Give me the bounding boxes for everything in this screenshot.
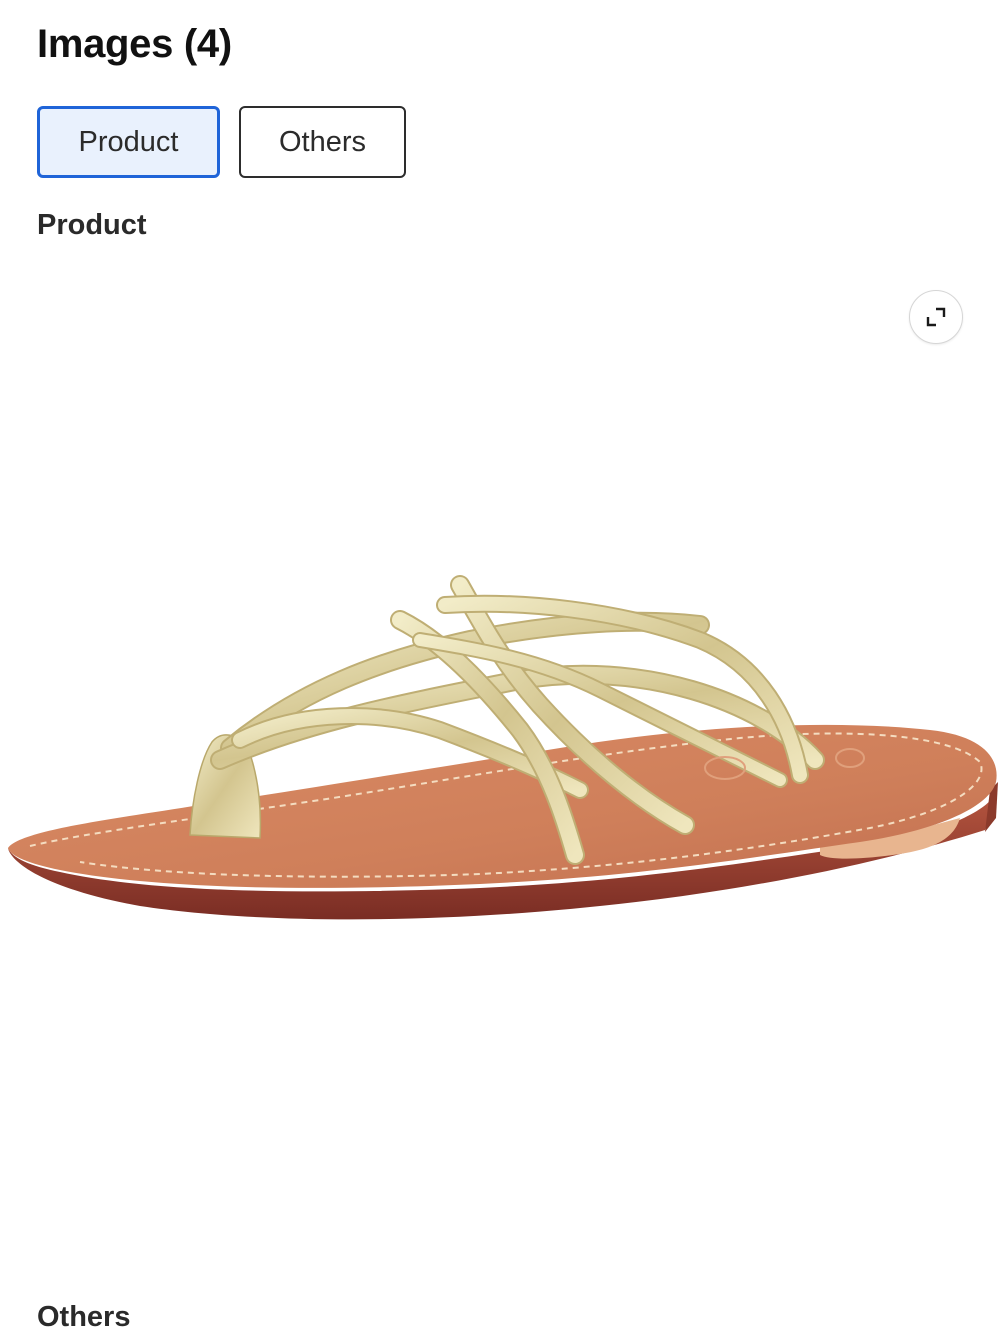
expand-icon — [926, 307, 946, 327]
others-section-title: Others — [37, 1301, 131, 1333]
tab-others[interactable]: Others — [239, 106, 406, 178]
tab-product[interactable]: Product — [37, 106, 220, 178]
page-title: Images (4) — [37, 22, 232, 66]
product-section-title: Product — [37, 209, 147, 241]
expand-image-button[interactable] — [909, 290, 963, 344]
product-image[interactable] — [0, 540, 1000, 960]
image-filter-tabs: Product Others — [37, 106, 406, 178]
